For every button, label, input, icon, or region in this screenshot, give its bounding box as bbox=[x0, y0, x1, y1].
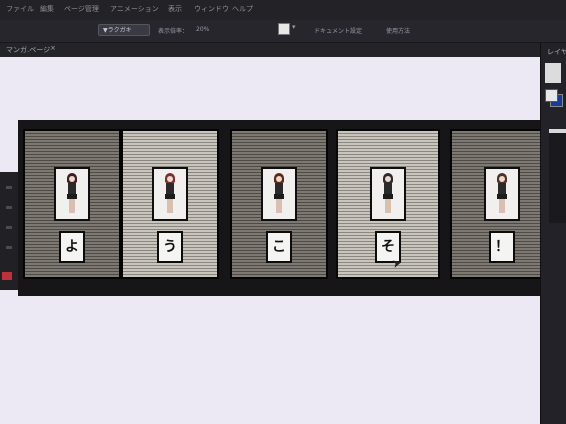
menu-item-file[interactable]: ファイル bbox=[6, 4, 34, 14]
record-icon[interactable] bbox=[2, 272, 12, 280]
character-legs bbox=[69, 199, 75, 213]
character-face bbox=[276, 176, 282, 182]
character-figure bbox=[270, 173, 288, 215]
comic-page[interactable]: よ う こ そ ！ bbox=[18, 120, 566, 296]
menu-item-animation[interactable]: アニメーション bbox=[110, 4, 159, 14]
character-legs bbox=[499, 199, 505, 213]
character-face bbox=[167, 176, 173, 182]
character-frame bbox=[261, 167, 297, 221]
menu-item-window[interactable]: ウィンドウ bbox=[194, 4, 229, 14]
zoom-value[interactable]: 20% bbox=[196, 26, 209, 33]
character-legs bbox=[276, 199, 282, 213]
character-figure bbox=[379, 173, 397, 215]
character-legs bbox=[385, 199, 391, 213]
character-figure bbox=[161, 173, 179, 215]
tool-icon[interactable] bbox=[6, 246, 12, 249]
menu-item-help[interactable]: ヘルプ bbox=[232, 4, 253, 14]
character-figure bbox=[493, 173, 511, 215]
character-face bbox=[69, 176, 75, 182]
tool-options-bar: ▼ラクガキ 表示倍率： 20% ▾ ドキュメント設定 使用方法 bbox=[0, 20, 566, 43]
color-swatch[interactable] bbox=[278, 23, 290, 35]
menu-item-view[interactable]: 表示 bbox=[168, 4, 182, 14]
comic-panel[interactable]: こ bbox=[230, 129, 328, 279]
chevron-down-icon[interactable]: ▾ bbox=[292, 23, 296, 31]
comic-panel[interactable]: そ bbox=[336, 129, 440, 279]
character-face bbox=[385, 176, 391, 182]
menu-item-page[interactable]: ページ管理 bbox=[64, 4, 99, 14]
text-box: ！ bbox=[489, 231, 515, 263]
character-figure bbox=[63, 173, 81, 215]
layer-panel-label: レイヤー bbox=[547, 48, 566, 56]
character-legs bbox=[167, 199, 173, 213]
usage-button[interactable]: 使用方法 bbox=[386, 26, 410, 35]
text-box: よ bbox=[59, 231, 85, 263]
panel-content bbox=[549, 133, 566, 223]
text-box: こ bbox=[266, 231, 292, 263]
character-frame bbox=[152, 167, 188, 221]
foreground-color-swatch[interactable] bbox=[545, 89, 558, 102]
character-face bbox=[499, 176, 505, 182]
tool-icon[interactable] bbox=[6, 186, 12, 189]
comic-panel[interactable]: よ bbox=[23, 129, 121, 279]
tool-icon[interactable] bbox=[6, 206, 12, 209]
character-frame bbox=[54, 167, 90, 221]
layer-panel: レイヤー bbox=[540, 43, 566, 424]
document-tab-bar: マンガ.ページ × bbox=[0, 43, 540, 57]
menu-bar: ファイル 編集 ページ管理 アニメーション 表示 ウィンドウ ヘルプ bbox=[0, 0, 566, 20]
fg-bg-color-icon[interactable] bbox=[545, 89, 563, 107]
tool-preset-select[interactable]: ▼ラクガキ bbox=[98, 24, 150, 36]
close-icon[interactable]: × bbox=[50, 44, 56, 52]
comic-panel[interactable]: ！ bbox=[450, 129, 554, 279]
left-tool-strip bbox=[0, 172, 18, 290]
layer-thumbnail[interactable] bbox=[545, 63, 561, 83]
document-settings-button[interactable]: ドキュメント設定 bbox=[314, 26, 362, 35]
text-box: う bbox=[157, 231, 183, 263]
tool-icon[interactable] bbox=[6, 226, 12, 229]
menu-item-edit[interactable]: 編集 bbox=[40, 4, 54, 14]
character-frame bbox=[484, 167, 520, 221]
zoom-label: 表示倍率： bbox=[158, 28, 189, 35]
document-tab[interactable]: マンガ.ページ bbox=[6, 45, 50, 55]
comic-panel[interactable]: う bbox=[121, 129, 219, 279]
character-frame bbox=[370, 167, 406, 221]
